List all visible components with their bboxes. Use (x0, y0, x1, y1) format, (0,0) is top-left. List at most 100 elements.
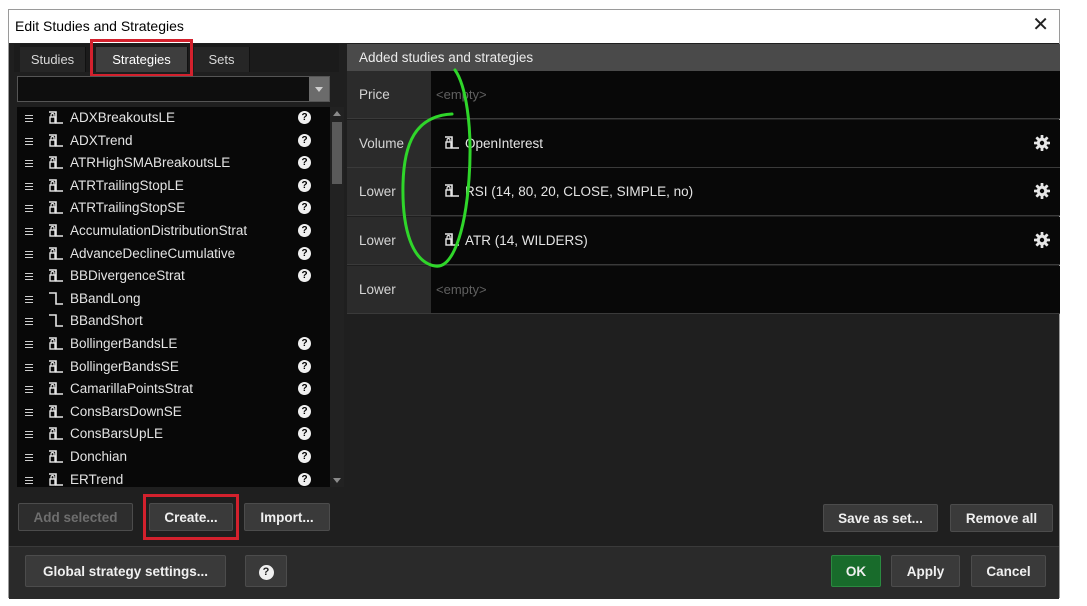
apply-button[interactable]: Apply (891, 555, 960, 587)
study-name: ATR (14, WILDERS) (465, 233, 588, 248)
strategy-icon (49, 427, 63, 441)
tab-studies[interactable]: Studies (20, 47, 86, 72)
slot-price[interactable]: Price <empty> (347, 71, 1060, 119)
help-icon[interactable]: ? (298, 111, 311, 124)
save-as-set-button[interactable]: Save as set... (823, 504, 938, 532)
strategy-icon (445, 136, 459, 149)
close-icon[interactable]: ✕ (1032, 14, 1049, 36)
global-strategy-settings-button[interactable]: Global strategy settings... (25, 555, 226, 587)
drag-handle-icon[interactable] (25, 115, 33, 122)
drag-handle-icon[interactable] (25, 182, 33, 190)
chevron-down-icon[interactable] (309, 77, 329, 101)
scrollbar[interactable] (330, 107, 344, 487)
cancel-button[interactable]: Cancel (971, 555, 1046, 587)
drag-handle-icon[interactable] (25, 250, 33, 258)
drag-handle-icon[interactable] (25, 160, 33, 168)
drag-handle-icon[interactable] (25, 408, 33, 416)
strategy-list: ADXBreakoutsLE? ADXTrend? ATRHighSMABreako… (17, 107, 330, 487)
strategy-list-item[interactable]: BBandLong (17, 288, 330, 311)
help-icon[interactable]: ? (298, 449, 311, 463)
strategy-list-item[interactable]: AdvanceDeclineCumulative? (17, 243, 330, 266)
slot-lower-1[interactable]: Lower RSI (14, 80, 20, CLOSE, SIMPLE, no… (347, 168, 1060, 216)
strategy-icon (49, 201, 63, 215)
slot-value[interactable]: <empty> (431, 266, 1060, 313)
drag-handle-icon[interactable] (25, 273, 33, 281)
slot-label: Lower (347, 217, 431, 264)
import-button[interactable]: Import... (244, 503, 330, 531)
strategy-icon (49, 269, 63, 282)
scroll-down-icon[interactable] (333, 478, 341, 483)
strategy-list-item[interactable]: BBandShort (17, 310, 330, 333)
scroll-up-icon[interactable] (333, 111, 341, 116)
help-icon[interactable]: ? (298, 246, 311, 260)
help-icon[interactable]: ? (298, 223, 311, 237)
remove-all-button[interactable]: Remove all (950, 504, 1053, 532)
slot-value[interactable]: RSI (14, 80, 20, CLOSE, SIMPLE, no) (431, 168, 1060, 215)
drag-handle-icon[interactable] (25, 431, 33, 439)
drag-handle-icon[interactable] (25, 453, 33, 461)
add-selected-button[interactable]: Add selected (18, 503, 133, 531)
slot-label: Lower (347, 266, 431, 313)
slot-volume[interactable]: Volume OpenInterest (347, 120, 1060, 168)
strategy-name: BollingerBandsSE (70, 358, 179, 374)
help-icon[interactable]: ? (298, 178, 311, 192)
slot-value[interactable]: <empty> (431, 71, 1060, 118)
tab-sets[interactable]: Sets (194, 47, 250, 72)
strategy-name: ConsBarsDownSE (70, 403, 182, 419)
help-icon[interactable]: ? (298, 427, 311, 441)
tab-strategies[interactable]: Strategies (96, 47, 188, 72)
strategy-list-item[interactable]: ConsBarsUpLE? (17, 423, 330, 446)
create-button[interactable]: Create... (149, 503, 233, 531)
strategy-icon (49, 337, 63, 350)
strategy-list-item[interactable]: BBDivergenceStrat? (17, 265, 330, 288)
help-icon[interactable]: ? (298, 156, 311, 170)
strategy-list-item[interactable]: Donchian? (17, 446, 330, 469)
strategy-name: ATRHighSMABreakoutsLE (70, 155, 231, 171)
drag-handle-icon[interactable] (25, 476, 33, 484)
strategy-icon (49, 472, 63, 486)
help-button[interactable]: ? (245, 555, 287, 587)
drag-handle-icon[interactable] (25, 227, 33, 235)
drag-handle-icon[interactable] (25, 340, 33, 348)
drag-handle-icon[interactable] (25, 137, 33, 145)
slot-value[interactable]: OpenInterest (431, 120, 1060, 167)
help-icon[interactable]: ? (298, 472, 311, 486)
strategy-list-item[interactable]: ERTrend? (17, 469, 330, 488)
help-icon[interactable]: ? (298, 201, 311, 215)
gear-icon[interactable] (1032, 230, 1052, 250)
drag-handle-icon[interactable] (25, 386, 33, 394)
drag-handle-icon[interactable] (25, 295, 33, 303)
slot-lower-3[interactable]: Lower <empty> (347, 266, 1060, 314)
gear-icon[interactable] (1032, 133, 1052, 153)
help-icon[interactable]: ? (298, 359, 311, 373)
drag-handle-icon[interactable] (25, 318, 33, 326)
strategy-icon (445, 233, 459, 246)
slot-value[interactable]: ATR (14, WILDERS) (431, 217, 1060, 264)
strategy-list-item[interactable]: ADXBreakoutsLE? (17, 107, 330, 130)
help-icon[interactable]: ? (298, 133, 311, 147)
slot-lower-2[interactable]: Lower ATR (14, WILDERS) (347, 217, 1060, 265)
strategy-list-item[interactable]: CamarillaPointsStrat? (17, 378, 330, 401)
help-icon[interactable]: ? (298, 382, 311, 396)
gear-icon[interactable] (1032, 181, 1052, 201)
window-title: Edit Studies and Strategies (15, 18, 184, 34)
search-input[interactable] (18, 77, 314, 103)
strategy-list-item[interactable]: ATRTrailingStopLE? (17, 175, 330, 198)
strategy-list-item[interactable]: ConsBarsDownSE? (17, 401, 330, 424)
strategy-list-item[interactable]: BollingerBandsLE? (17, 333, 330, 356)
strategy-list-item[interactable]: BollingerBandsSE? (17, 356, 330, 379)
strategy-icon (49, 111, 63, 124)
strategy-name: ERTrend (70, 471, 124, 487)
drag-handle-icon[interactable] (25, 205, 33, 213)
strategy-list-item[interactable]: ADXTrend? (17, 130, 330, 153)
ok-button[interactable]: OK (831, 555, 881, 587)
drag-handle-icon[interactable] (25, 363, 33, 371)
strategy-name: AdvanceDeclineCumulative (70, 245, 236, 261)
strategy-list-item[interactable]: ATRHighSMABreakoutsLE? (17, 152, 330, 175)
help-icon[interactable]: ? (298, 404, 311, 418)
strategy-list-item[interactable]: ATRTrailingStopSE? (17, 197, 330, 220)
help-icon[interactable]: ? (298, 269, 311, 283)
scroll-thumb[interactable] (332, 122, 342, 184)
help-icon[interactable]: ? (298, 336, 311, 350)
strategy-list-item[interactable]: AccumulationDistributionStrat? (17, 220, 330, 243)
